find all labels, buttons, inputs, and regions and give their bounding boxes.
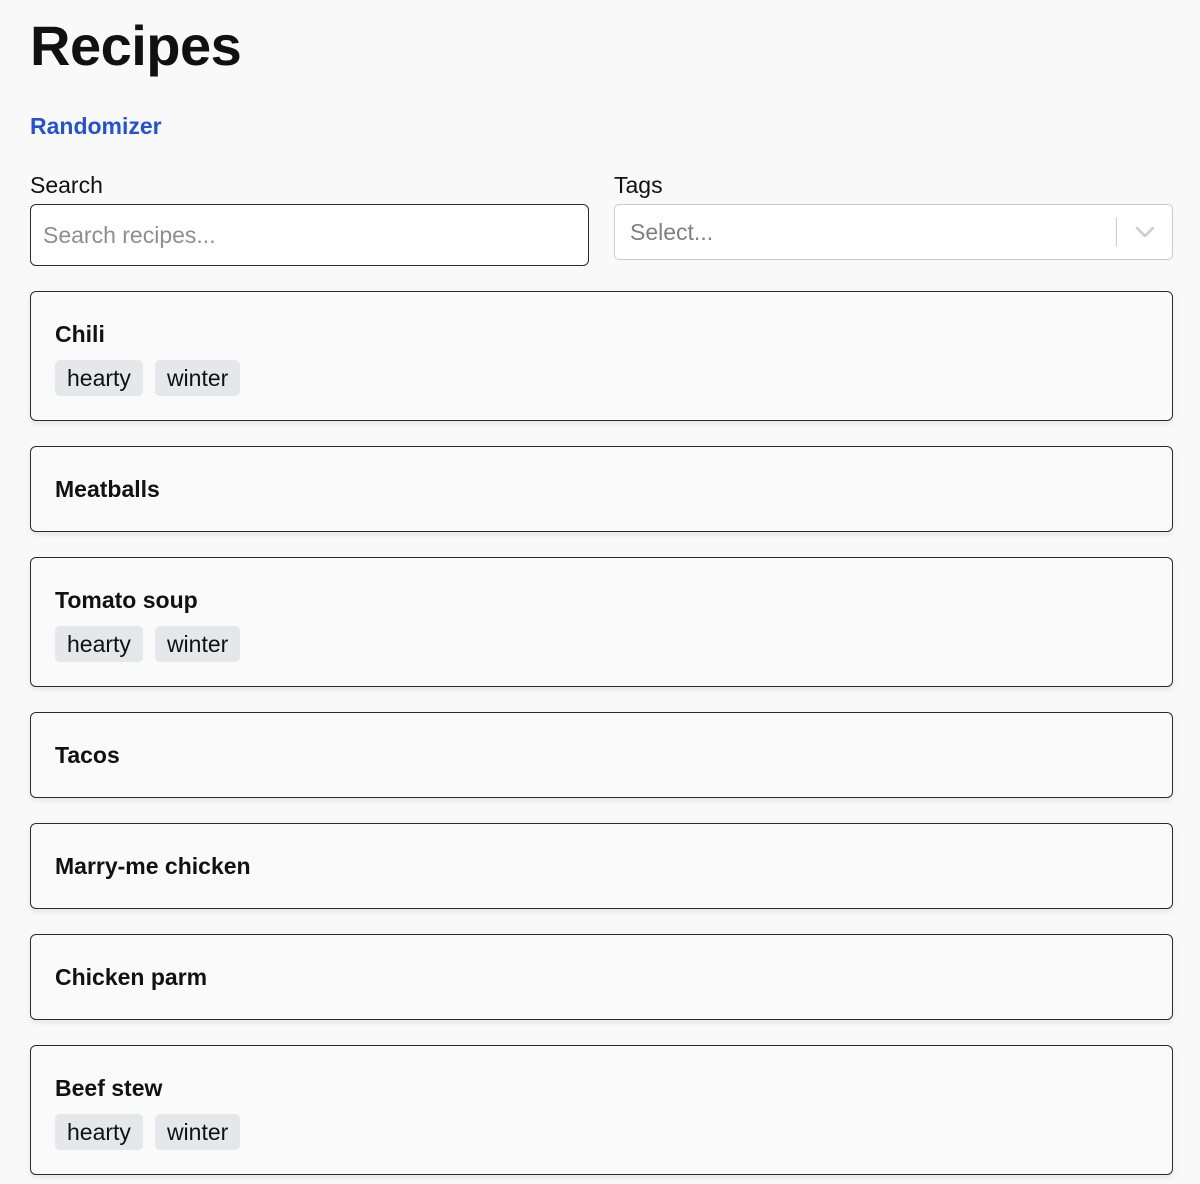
tags-label: Tags xyxy=(614,172,663,198)
filters-row: Search Tags Select... xyxy=(30,171,1173,266)
tag-badge: winter xyxy=(154,360,241,396)
recipes-page: Recipes Randomizer Search Tags Select...… xyxy=(0,0,1200,1175)
tag-badge: hearty xyxy=(55,360,143,396)
page-title: Recipes xyxy=(30,14,242,77)
search-field: Search xyxy=(30,171,589,266)
recipe-name: Meatballs xyxy=(55,476,160,502)
tags-field: Tags Select... xyxy=(614,171,1173,266)
recipe-name: Tomato soup xyxy=(55,587,198,613)
tag-badge: winter xyxy=(154,626,241,662)
recipe-tags: hearty winter xyxy=(55,626,1148,686)
recipe-name: Chicken parm xyxy=(55,964,208,990)
recipe-list: Chili hearty winter Meatballs Tomato soup hea… xyxy=(30,291,1173,1175)
recipe-card[interactable]: Tacos xyxy=(30,712,1173,798)
recipe-tags: hearty winter xyxy=(55,1114,1148,1174)
recipe-card[interactable]: Beef stew hearty winter xyxy=(30,1045,1173,1175)
recipe-name: Marry-me chicken xyxy=(55,853,251,879)
tag-badge: hearty xyxy=(55,1114,143,1150)
search-input[interactable] xyxy=(30,204,589,266)
randomizer-link[interactable]: Randomizer xyxy=(30,112,162,140)
recipe-card[interactable]: Chili hearty winter xyxy=(30,291,1173,421)
recipe-card[interactable]: Chicken parm xyxy=(30,934,1173,1020)
tag-badge: winter xyxy=(154,1114,241,1150)
recipe-name: Beef stew xyxy=(55,1075,163,1101)
search-label: Search xyxy=(30,172,103,198)
recipe-name: Chili xyxy=(55,321,105,347)
tag-badge: hearty xyxy=(55,626,143,662)
tags-select-placeholder: Select... xyxy=(630,218,714,245)
dropdown-toggle[interactable] xyxy=(1117,226,1172,238)
tags-select[interactable]: Select... xyxy=(614,204,1173,260)
recipe-card[interactable]: Meatballs xyxy=(30,446,1173,532)
recipe-card[interactable]: Marry-me chicken xyxy=(30,823,1173,909)
chevron-down-icon xyxy=(1135,226,1154,238)
recipe-name: Tacos xyxy=(55,742,120,768)
recipe-tags: hearty winter xyxy=(55,360,1148,420)
recipe-card[interactable]: Tomato soup hearty winter xyxy=(30,557,1173,687)
